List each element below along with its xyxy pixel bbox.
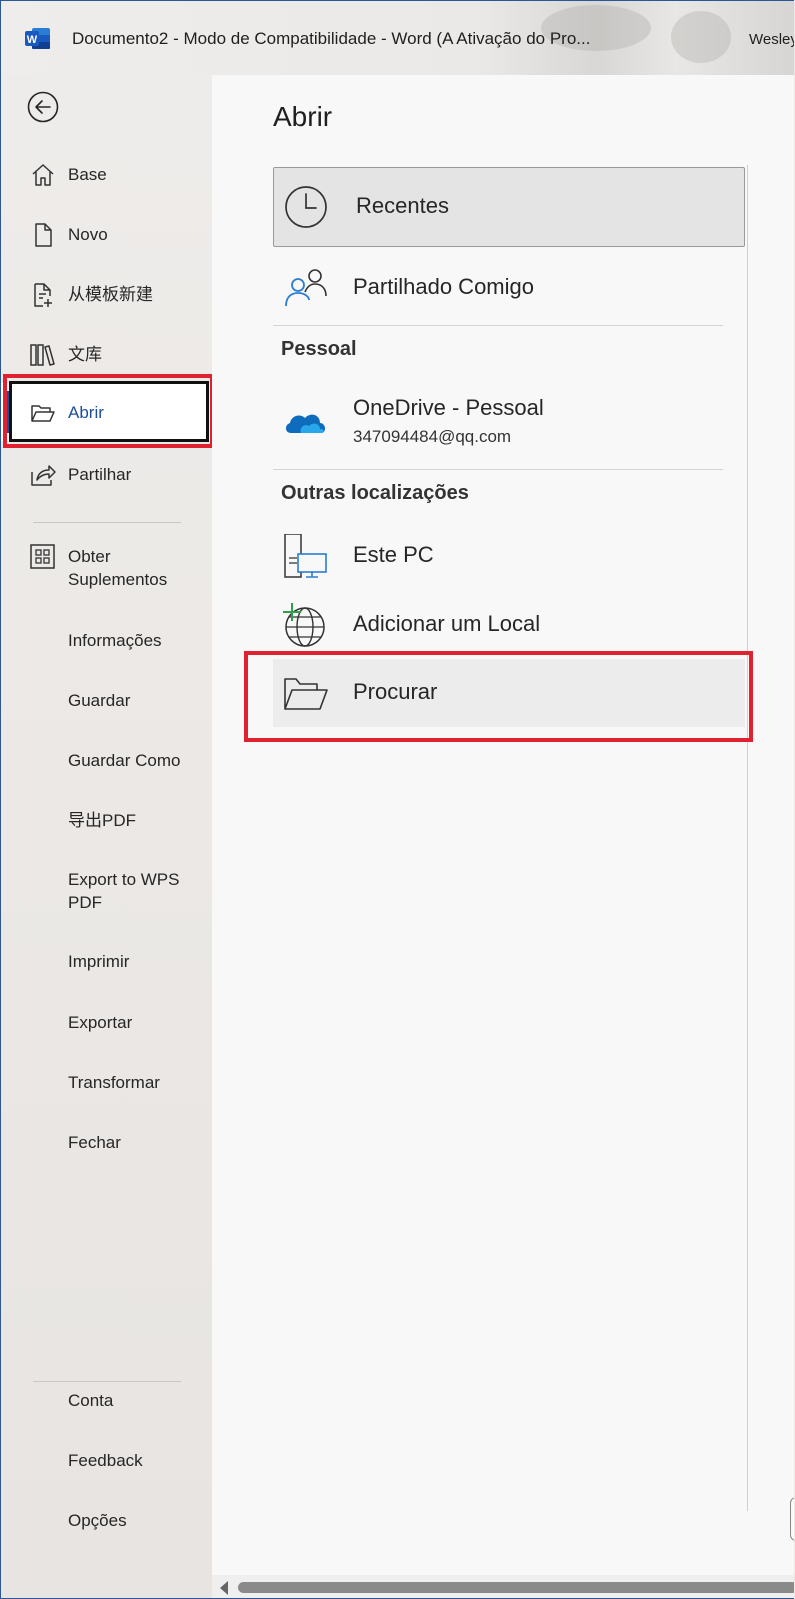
nav-item-label: 从模板新建 bbox=[68, 285, 153, 304]
title-bar: W Documento2 - Modo de Compatibilidade -… bbox=[1, 1, 794, 75]
app-window: W Documento2 - Modo de Compatibilidade -… bbox=[0, 0, 794, 1599]
location-onedrive[interactable]: OneDrive - Pessoal 347094484@qq.com bbox=[273, 381, 745, 461]
people-icon bbox=[281, 266, 329, 310]
user-name[interactable]: Wesley bbox=[749, 31, 794, 48]
nav-item-label: Exportar bbox=[68, 1013, 133, 1032]
nav-item-label: Conta bbox=[68, 1391, 114, 1410]
nav-item-label: Feedback bbox=[68, 1451, 143, 1470]
word-logo-icon: W bbox=[25, 27, 51, 50]
account-email: 347094484@qq.com bbox=[353, 427, 512, 446]
location-recent[interactable]: Recentes bbox=[273, 167, 745, 247]
window-title: Documento2 - Modo de Compatibilidade - W… bbox=[72, 29, 591, 48]
nav-item-share[interactable]: Partilhar bbox=[1, 445, 212, 503]
nav-item-label: Guardar bbox=[68, 691, 131, 710]
location-label: Recentes bbox=[356, 193, 449, 218]
nav-item-label: Partilhar bbox=[68, 465, 132, 484]
section-divider bbox=[273, 469, 723, 470]
svg-text:W: W bbox=[27, 34, 38, 46]
nav-item-export[interactable]: Exportar bbox=[1, 993, 212, 1051]
nav-item-save-as[interactable]: Guardar Como bbox=[1, 731, 212, 789]
share-icon bbox=[29, 461, 57, 489]
nav-item-addins[interactable]: Obter Suplementos bbox=[1, 527, 212, 597]
nav-item-save[interactable]: Guardar bbox=[1, 671, 212, 729]
clock-icon bbox=[282, 185, 330, 229]
nav-item-close[interactable]: Fechar bbox=[1, 1113, 212, 1171]
library-icon bbox=[29, 341, 57, 369]
nav-item-label: Base bbox=[68, 165, 107, 184]
location-label: Este PC bbox=[353, 542, 434, 567]
nav-item-options[interactable]: Opções bbox=[1, 1491, 212, 1549]
computer-icon bbox=[281, 534, 329, 578]
location-shared-with-me[interactable]: Partilhado Comigo bbox=[273, 249, 745, 327]
template-icon bbox=[29, 281, 57, 309]
nav-item-account[interactable]: Conta bbox=[1, 1371, 212, 1429]
location-this-pc[interactable]: Este PC bbox=[273, 517, 745, 595]
scroll-left-icon[interactable] bbox=[220, 1581, 228, 1595]
nav-item-label: Novo bbox=[68, 225, 108, 244]
back-button[interactable] bbox=[27, 91, 59, 123]
location-label: Partilhado Comigo bbox=[353, 274, 534, 299]
nav-item-label: 文库 bbox=[68, 345, 102, 364]
nav-item-transform[interactable]: Transformar bbox=[1, 1053, 212, 1111]
addins-icon bbox=[29, 543, 57, 571]
back-arrow-icon bbox=[27, 91, 59, 123]
focus-outline bbox=[9, 381, 209, 442]
nav-item-label: Imprimir bbox=[68, 952, 130, 971]
nav-item-label: Guardar Como bbox=[68, 751, 181, 770]
nav-item-label: Informações bbox=[68, 631, 162, 650]
nav-item-export-wps-pdf[interactable]: Export to WPS PDF bbox=[1, 850, 212, 920]
decor-shape bbox=[671, 11, 731, 63]
horizontal-scrollbar[interactable] bbox=[212, 1575, 794, 1598]
scrollbar-thumb[interactable] bbox=[238, 1582, 794, 1593]
home-icon bbox=[29, 161, 57, 189]
nav-item-print[interactable]: Imprimir bbox=[1, 932, 212, 990]
sidebar-divider bbox=[33, 522, 181, 523]
nav-item-info[interactable]: Informações bbox=[1, 611, 212, 669]
location-label: OneDrive - Pessoal bbox=[353, 395, 544, 420]
nav-item-export-pdf[interactable]: 导出PDF bbox=[1, 791, 212, 849]
nav-item-label: Transformar bbox=[68, 1073, 160, 1092]
nav-item-base[interactable]: Base bbox=[1, 145, 212, 203]
new-document-icon bbox=[29, 221, 57, 249]
globe-add-icon bbox=[281, 603, 329, 647]
onedrive-icon bbox=[281, 403, 329, 447]
location-label: Adicionar um Local bbox=[353, 611, 541, 636]
section-header-personal: Pessoal bbox=[281, 338, 357, 360]
section-header-other-locations: Outras localizações bbox=[281, 482, 469, 504]
nav-item-label: Opções bbox=[68, 1511, 127, 1530]
nav-item-feedback[interactable]: Feedback bbox=[1, 1431, 212, 1489]
nav-item-label: Fechar bbox=[68, 1133, 121, 1152]
section-divider bbox=[273, 325, 723, 326]
nav-item-label: Export to WPS PDF bbox=[68, 870, 180, 912]
nav-item-novo[interactable]: Novo bbox=[1, 205, 212, 263]
nav-item-from-template[interactable]: 从模板新建 bbox=[1, 265, 212, 323]
nav-item-label: 导出PDF bbox=[68, 811, 136, 830]
highlight-box bbox=[244, 651, 753, 742]
panel-divider bbox=[747, 165, 748, 1511]
page-title: Abrir bbox=[273, 101, 333, 132]
nav-item-label: Obter Suplementos bbox=[68, 547, 168, 589]
vertical-scrollbar-nub[interactable] bbox=[790, 1497, 794, 1541]
